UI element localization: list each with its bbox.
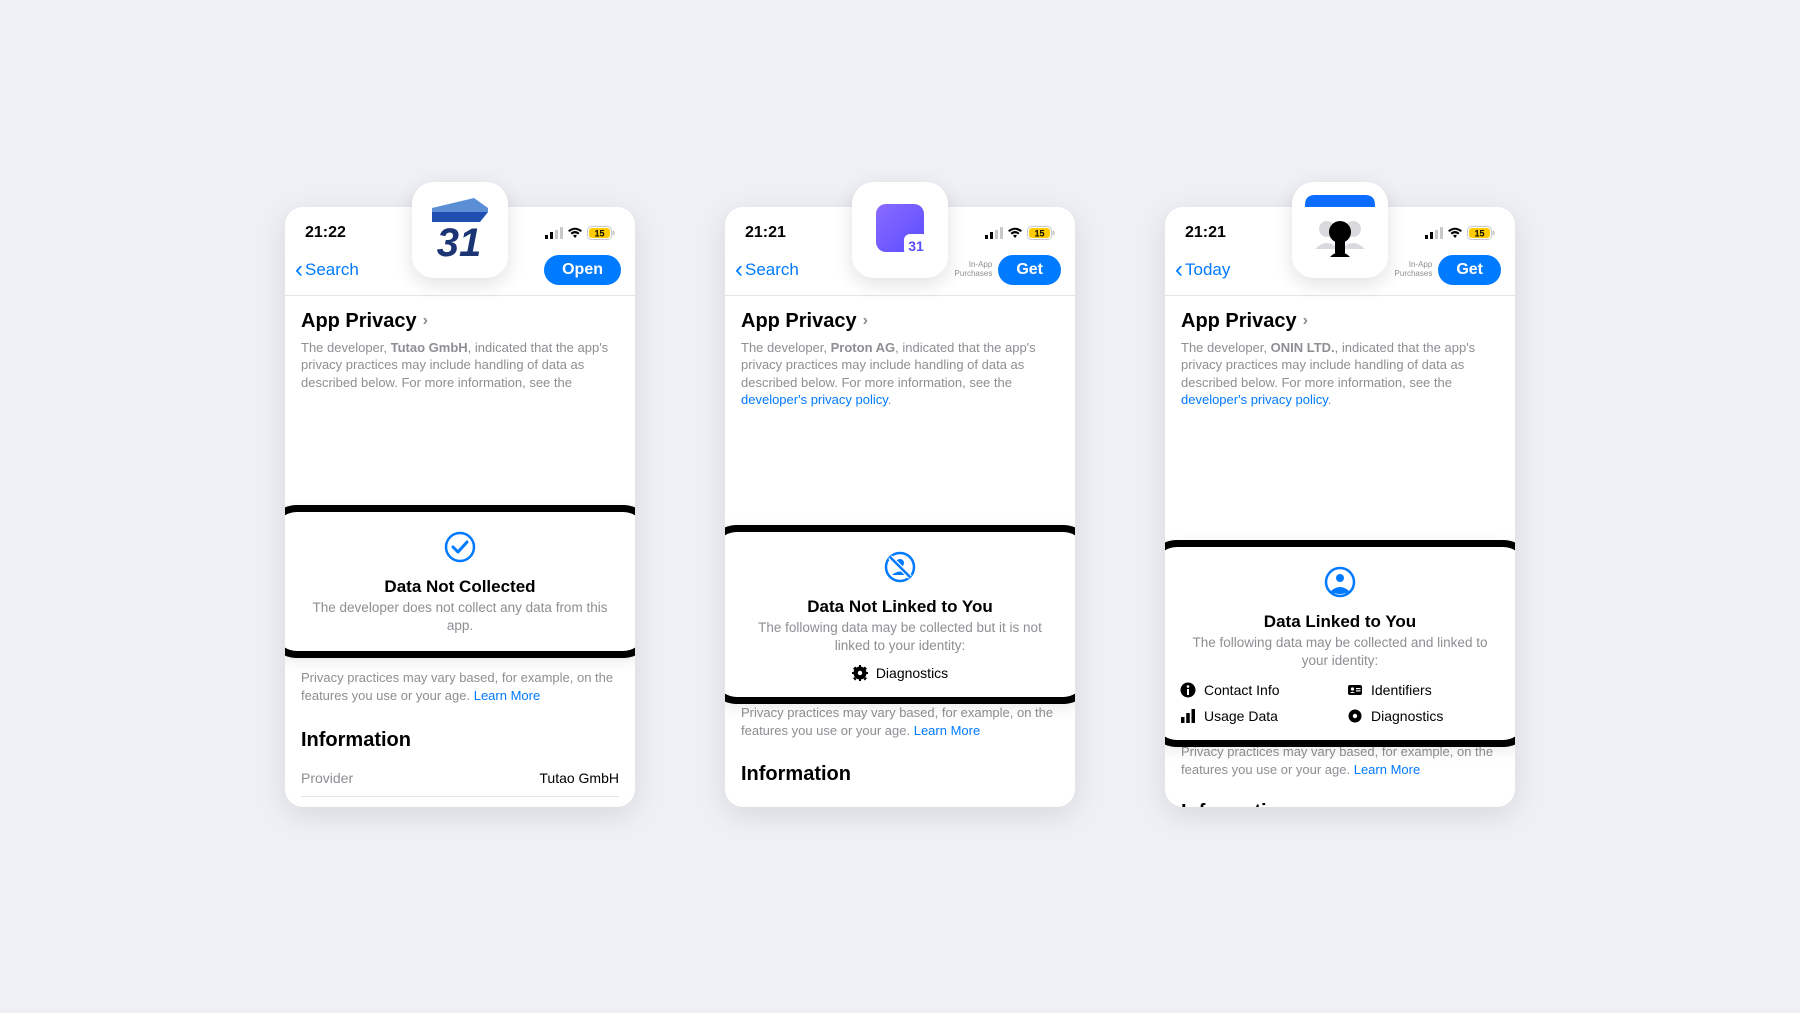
chevron-right-icon: ›	[863, 312, 868, 330]
svg-text:15: 15	[594, 228, 604, 238]
privacy-description: The developer, Tutao GmbH, indicated tha…	[301, 339, 619, 392]
chart-bar-icon	[1180, 708, 1196, 724]
svg-text:31: 31	[908, 238, 924, 254]
learn-more-link[interactable]: Learn More	[914, 723, 980, 738]
svg-text:15: 15	[1034, 228, 1044, 238]
back-label: Search	[305, 260, 359, 280]
status-time: 21:22	[305, 224, 346, 242]
status-time: 21:21	[1185, 224, 1226, 242]
phone-card-3: 21:21 15 ‹ Today In-App Purchases Get Ap…	[1165, 207, 1515, 807]
learn-more-link[interactable]: Learn More	[474, 688, 540, 703]
battery-icon: 15	[1467, 226, 1495, 240]
checkmark-circle-icon	[443, 530, 477, 564]
battery-icon: 15	[587, 226, 615, 240]
signal-icon	[985, 227, 1003, 239]
privacy-policy-link[interactable]: developer's privacy policy	[741, 392, 888, 407]
tag-contact-info: Contact Info	[1180, 682, 1333, 698]
iap-label: In-App Purchases	[1395, 261, 1433, 279]
open-button[interactable]: Open	[544, 255, 621, 285]
info-row-size[interactable]: Size130.5 MB	[741, 794, 1059, 807]
callout-title: Data Not Linked to You	[740, 597, 1060, 617]
wifi-icon	[567, 227, 583, 239]
app-privacy-title: App Privacy	[301, 310, 417, 333]
gear-icon	[1347, 708, 1363, 724]
callout-body: The following data may be collected but …	[740, 619, 1060, 655]
learn-more-link[interactable]: Learn More	[1354, 762, 1420, 777]
back-button[interactable]: ‹ Search	[735, 258, 799, 282]
status-icons: 15	[545, 226, 615, 240]
back-label: Today	[1185, 260, 1230, 280]
chevron-left-icon: ‹	[735, 258, 743, 282]
privacy-policy-link[interactable]: developer's privacy policy	[1181, 392, 1328, 407]
app-icon: 31	[412, 182, 508, 278]
onin-icon	[1297, 187, 1383, 273]
information-section: Information ProviderTutao GmbH Size26.3 …	[301, 729, 619, 807]
app-icon	[1292, 182, 1388, 278]
app-privacy-header[interactable]: App Privacy ›	[1181, 310, 1499, 333]
info-icon	[1180, 682, 1196, 698]
gear-icon	[852, 665, 868, 681]
information-header: Information	[741, 763, 1059, 786]
privacy-description: The developer, ONIN LTD., indicated that…	[1181, 339, 1499, 409]
tag-diagnostics: Diagnostics	[852, 665, 948, 681]
callout-title: Data Linked to You	[1180, 612, 1500, 632]
information-header: Information	[301, 729, 619, 752]
chevron-left-icon: ‹	[295, 258, 303, 282]
get-button[interactable]: Get	[998, 255, 1061, 285]
status-icons: 15	[985, 226, 1055, 240]
back-button[interactable]: ‹ Search	[295, 258, 359, 282]
person-slash-circle-icon	[883, 550, 917, 584]
proton-calendar-icon: 31	[866, 196, 934, 264]
chevron-left-icon: ‹	[1175, 258, 1183, 282]
person-circle-icon	[1323, 565, 1357, 599]
privacy-callout: Data Linked to You The following data ma…	[1165, 540, 1515, 747]
chevron-right-icon: ›	[1303, 312, 1308, 330]
privacy-footnote: Privacy practices may vary based, for ex…	[725, 704, 1075, 740]
back-label: Search	[745, 260, 799, 280]
info-row-provider[interactable]: ProviderTutao GmbH	[301, 760, 619, 797]
tuta-calendar-icon: 31	[424, 194, 496, 266]
tag-identifiers: Identifiers	[1347, 682, 1500, 698]
privacy-footnote: Privacy practices may vary based, for ex…	[1165, 743, 1515, 779]
privacy-description: The developer, Proton AG, indicated that…	[741, 339, 1059, 409]
information-section: Information Size130.5 MB CategoryProduct…	[741, 763, 1059, 807]
callout-title: Data Not Collected	[300, 577, 620, 597]
svg-text:15: 15	[1474, 228, 1484, 238]
svg-text:31: 31	[437, 221, 482, 265]
id-card-icon	[1347, 682, 1363, 698]
phone-card-2: 21:21 15 ‹ Search In-App Purchases Get A…	[725, 207, 1075, 807]
info-row-size[interactable]: Size26.3 MB	[301, 797, 619, 807]
signal-icon	[1425, 227, 1443, 239]
app-icon: 31	[852, 182, 948, 278]
status-icons: 15	[1425, 226, 1495, 240]
tag-diagnostics: Diagnostics	[1347, 708, 1500, 724]
privacy-callout: Data Not Collected The developer does no…	[285, 505, 635, 658]
status-time: 21:21	[745, 224, 786, 242]
app-privacy-title: App Privacy	[741, 310, 857, 333]
information-section: Information Size77.4 MB CategoryProducti…	[1181, 801, 1499, 807]
chevron-right-icon: ›	[423, 312, 428, 330]
back-button[interactable]: ‹ Today	[1175, 258, 1230, 282]
battery-icon: 15	[1027, 226, 1055, 240]
wifi-icon	[1447, 227, 1463, 239]
phone-card-1: 21:22 15 ‹ Search Open App Privacy › The…	[285, 207, 635, 807]
get-button[interactable]: Get	[1438, 255, 1501, 285]
app-privacy-header[interactable]: App Privacy ›	[741, 310, 1059, 333]
iap-label: In-App Purchases	[955, 261, 993, 279]
signal-icon	[545, 227, 563, 239]
callout-body: The following data may be collected and …	[1180, 634, 1500, 670]
app-privacy-title: App Privacy	[1181, 310, 1297, 333]
privacy-footnote: Privacy practices may vary based, for ex…	[285, 669, 635, 705]
privacy-callout: Data Not Linked to You The following dat…	[725, 525, 1075, 704]
app-privacy-header[interactable]: App Privacy ›	[301, 310, 619, 333]
wifi-icon	[1007, 227, 1023, 239]
callout-body: The developer does not collect any data …	[300, 599, 620, 635]
tag-usage-data: Usage Data	[1180, 708, 1333, 724]
information-header: Information	[1181, 801, 1499, 807]
